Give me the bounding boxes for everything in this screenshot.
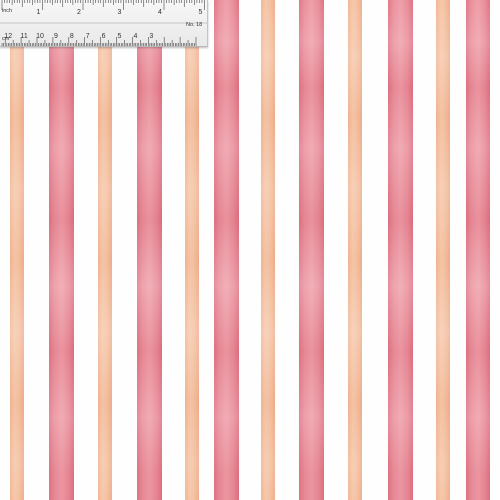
scale-ruler: inch cm No. 18 12345 131211109876543 [0, 0, 208, 47]
inch-numbers: 1 2 3 4 5 [37, 9, 203, 16]
peach-stripe [10, 0, 24, 500]
pink-stripe [299, 0, 324, 500]
ruler-number: 5 [199, 9, 203, 16]
pink-stripe [466, 0, 490, 500]
inch-ticks [1, 0, 205, 10]
ruler-number: 6 [102, 33, 106, 40]
ruler-number: 5 [118, 33, 122, 40]
peach-stripe [348, 0, 362, 500]
cm-numbers: 131211109876543 [4, 33, 153, 40]
ruler-number: 1 [37, 9, 41, 16]
peach-stripe [98, 0, 112, 500]
pink-stripe [214, 0, 239, 500]
ruler-number: 3 [149, 33, 153, 40]
ruler-number: 12 [4, 33, 12, 40]
ruler-number: 4 [133, 33, 137, 40]
ruler-number: 4 [158, 9, 162, 16]
ruler-number: 3 [118, 9, 122, 16]
cm-ticks [1, 37, 197, 46]
pink-stripe [388, 0, 413, 500]
ruler-number: 7 [86, 33, 90, 40]
pink-stripe [49, 0, 74, 500]
inch-unit-label: inch [2, 8, 12, 14]
ruler-number: 8 [70, 33, 74, 40]
peach-stripe [185, 0, 199, 500]
pink-stripe [137, 0, 162, 500]
ruler-number: 11 [20, 33, 27, 40]
ruler-number: 2 [77, 9, 81, 16]
peach-stripe [261, 0, 275, 500]
watercolor-stripe-pattern [0, 0, 500, 500]
ruler-number: 10 [36, 33, 44, 40]
peach-stripe [436, 0, 450, 500]
ruler-model-label: No. 18 [186, 22, 202, 28]
ruler-graphic: inch cm No. 18 12345 131211109876543 [0, 0, 207, 46]
ruler-number: 9 [54, 33, 58, 40]
